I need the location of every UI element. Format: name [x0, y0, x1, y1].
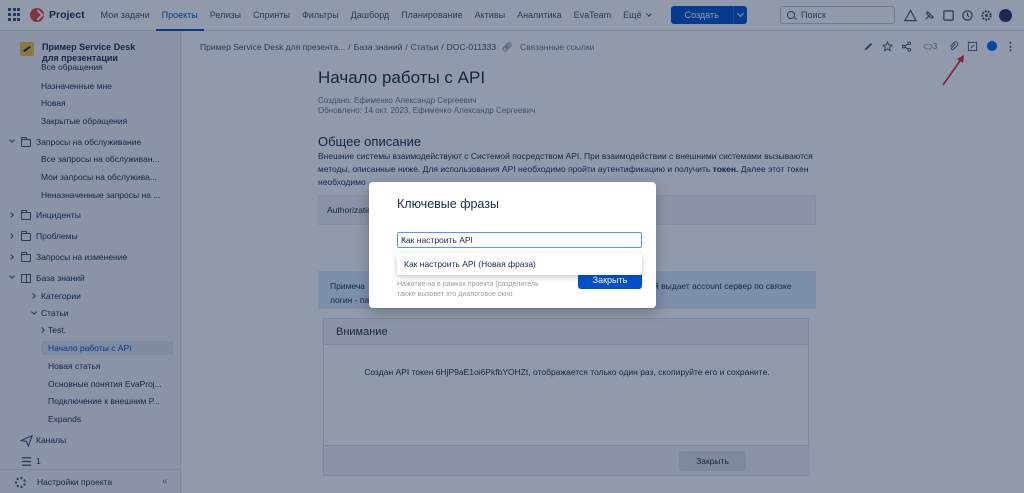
hint-line-2: также вызовет это диалоговое окно [397, 291, 513, 298]
suggestion-item[interactable]: Как настроить API (Новая фраза) [404, 259, 536, 269]
modal-hint: Нажатие на в рамках проекта (разделитель… [397, 280, 539, 300]
modal-title: Ключевые фразы [397, 197, 499, 211]
keywords-modal: Ключевые фразы Как настроить API × Нажат… [369, 182, 656, 308]
keyword-input[interactable]: Как настроить API × [397, 232, 642, 248]
clear-icon[interactable]: × [401, 234, 637, 244]
suggestion-dropdown: Как настроить API (Новая фраза) [397, 253, 642, 275]
hint-line-1: Нажатие на в рамках проекта (разделитель [397, 281, 539, 288]
